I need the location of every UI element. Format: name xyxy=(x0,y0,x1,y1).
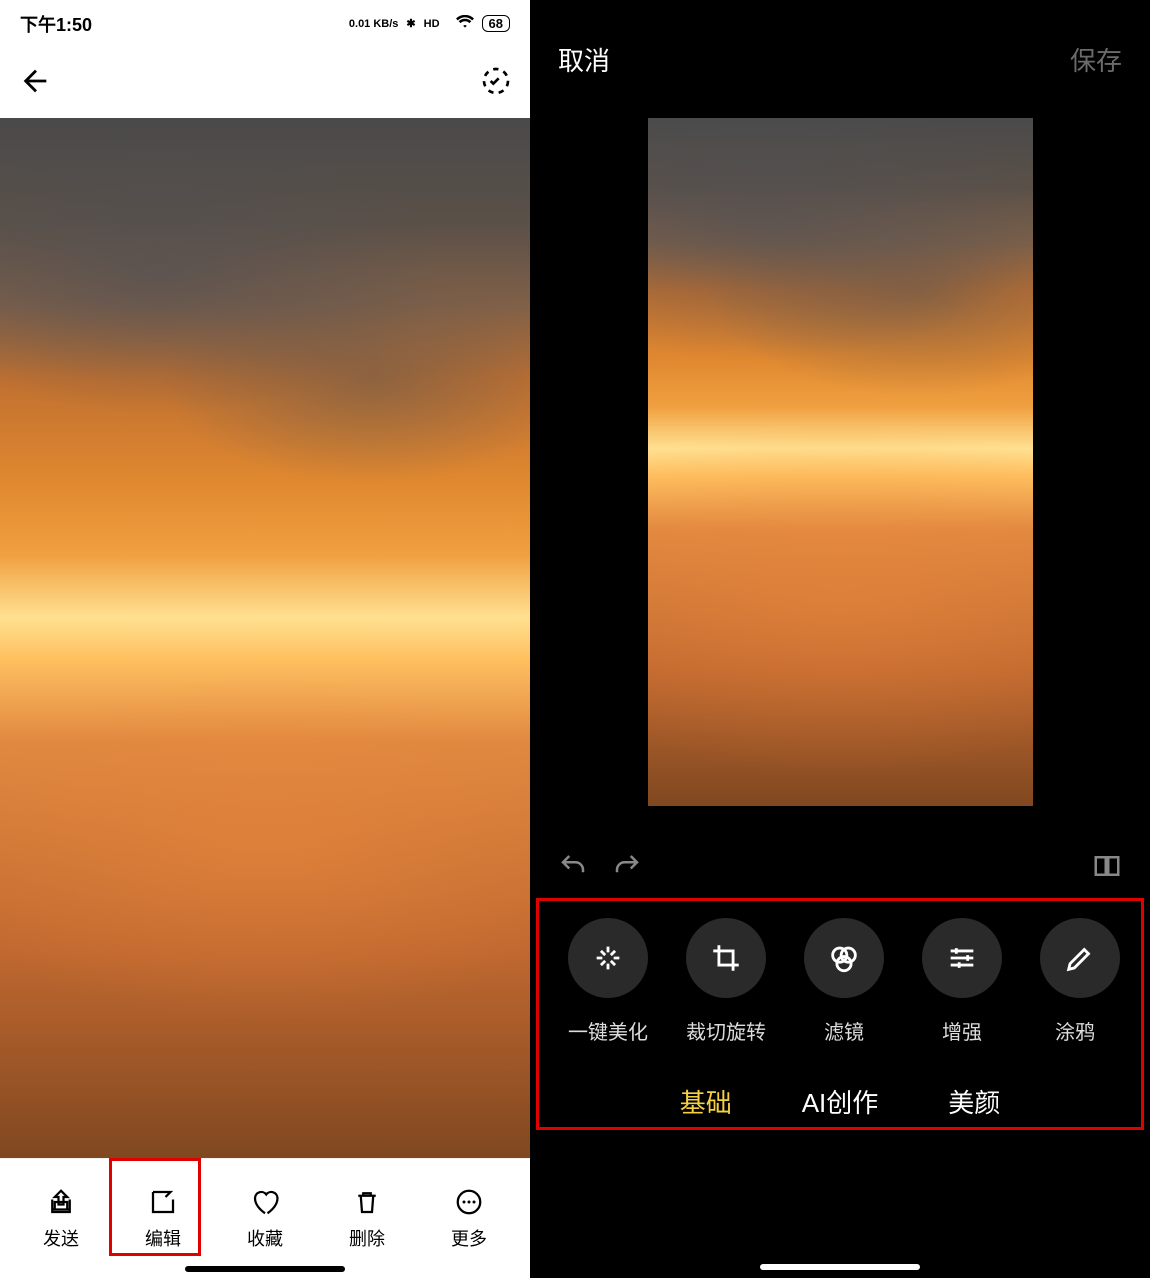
crop-icon xyxy=(686,918,766,998)
auto-beautify-label: 一键美化 xyxy=(568,1016,648,1045)
photo-viewer-panel: 下午1:50 0.01 KB/s ✱ HD 68 发送 xyxy=(0,0,530,1278)
sparkle-icon xyxy=(568,918,648,998)
filter-label: 滤镜 xyxy=(824,1016,864,1045)
favorite-button[interactable]: 收藏 xyxy=(225,1187,305,1251)
heart-icon xyxy=(250,1187,280,1217)
viewer-toolbar: 发送 编辑 收藏 删除 更多 xyxy=(0,1158,530,1278)
viewer-app-bar xyxy=(0,48,530,118)
wifi-icon xyxy=(456,15,474,32)
status-indicators: 0.01 KB/s ✱ HD 68 xyxy=(349,15,510,32)
sliders-icon xyxy=(922,918,1002,998)
send-label: 发送 xyxy=(43,1225,79,1251)
photo-editor-panel: 取消 保存 一键美化 裁切旋转 xyxy=(530,0,1150,1278)
share-icon xyxy=(46,1187,76,1217)
back-button[interactable] xyxy=(18,64,52,103)
sync-icon[interactable] xyxy=(480,65,512,102)
redo-button[interactable] xyxy=(612,851,642,886)
home-indicator-editor[interactable] xyxy=(760,1264,920,1270)
edit-tools-row: 一键美化 裁切旋转 滤镜 增强 涂鸦 xyxy=(530,898,1150,1045)
enhance-tool[interactable]: 增强 xyxy=(912,918,1012,1045)
crop-rotate-label: 裁切旋转 xyxy=(686,1016,766,1045)
edit-icon xyxy=(148,1187,178,1217)
auto-beautify-tool[interactable]: 一键美化 xyxy=(558,918,658,1045)
bluetooth-icon: ✱ xyxy=(406,17,415,30)
enhance-label: 增强 xyxy=(942,1016,982,1045)
filter-tool[interactable]: 滤镜 xyxy=(794,918,894,1045)
doodle-tool[interactable]: 涂鸦 xyxy=(1030,918,1120,1045)
editor-canvas-area xyxy=(530,118,1150,838)
battery-indicator: 68 xyxy=(482,15,510,32)
save-button[interactable]: 保存 xyxy=(1070,41,1122,78)
status-bar: 下午1:50 0.01 KB/s ✱ HD 68 xyxy=(0,0,530,48)
compare-button[interactable] xyxy=(1092,851,1122,886)
more-label: 更多 xyxy=(451,1225,487,1251)
trash-icon xyxy=(352,1187,382,1217)
delete-button[interactable]: 删除 xyxy=(327,1187,407,1251)
more-button[interactable]: 更多 xyxy=(429,1187,509,1251)
send-button[interactable]: 发送 xyxy=(21,1187,101,1251)
editor-tabs: 基础 AI创作 美颜 xyxy=(530,1045,1150,1140)
tab-ai-create[interactable]: AI创作 xyxy=(802,1083,879,1120)
status-time: 下午1:50 xyxy=(20,11,92,37)
filter-icon xyxy=(804,918,884,998)
delete-label: 删除 xyxy=(349,1225,385,1251)
edit-button[interactable]: 编辑 xyxy=(123,1187,203,1251)
pen-icon xyxy=(1040,918,1120,998)
more-icon xyxy=(454,1187,484,1217)
editor-topbar: 取消 保存 xyxy=(530,0,1150,118)
home-indicator[interactable] xyxy=(185,1266,345,1272)
tab-beauty[interactable]: 美颜 xyxy=(948,1083,1000,1120)
hd-indicator: HD xyxy=(424,18,440,30)
doodle-label: 涂鸦 xyxy=(1055,1016,1095,1045)
edit-label: 编辑 xyxy=(145,1225,181,1251)
net-speed: 0.01 KB/s xyxy=(349,18,399,30)
tab-basic[interactable]: 基础 xyxy=(680,1083,732,1120)
editor-photo[interactable] xyxy=(648,118,1033,806)
undo-button[interactable] xyxy=(558,851,588,886)
crop-rotate-tool[interactable]: 裁切旋转 xyxy=(676,918,776,1045)
favorite-label: 收藏 xyxy=(247,1225,283,1251)
cancel-button[interactable]: 取消 xyxy=(558,41,610,78)
undo-redo-bar xyxy=(530,838,1150,898)
photo-preview[interactable] xyxy=(0,118,530,1158)
